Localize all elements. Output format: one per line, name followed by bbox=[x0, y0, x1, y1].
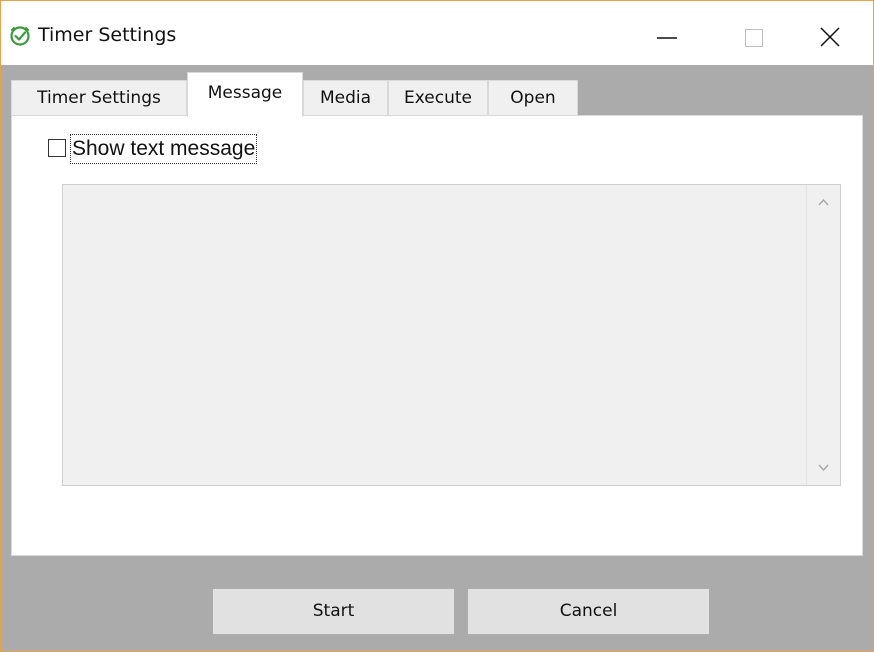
client-area: Timer Settings Message Media Execute Ope… bbox=[1, 65, 873, 651]
tab-open[interactable]: Open bbox=[488, 80, 578, 116]
title-bar[interactable]: Timer Settings bbox=[1, 1, 873, 65]
close-button[interactable] bbox=[807, 15, 853, 55]
message-tab-panel: Show text message bbox=[11, 115, 863, 556]
show-text-message-checkbox[interactable] bbox=[48, 139, 66, 157]
maximize-button[interactable] bbox=[731, 15, 777, 55]
tab-message[interactable]: Message bbox=[187, 72, 303, 117]
timer-settings-window: Timer Settings Timer Settings Message Me… bbox=[0, 0, 874, 652]
tab-timer-settings[interactable]: Timer Settings bbox=[11, 80, 187, 116]
cancel-button[interactable]: Cancel bbox=[467, 588, 710, 635]
scroll-down-button[interactable] bbox=[807, 451, 840, 485]
show-text-message-label[interactable]: Show text message bbox=[70, 134, 258, 164]
tab-execute[interactable]: Execute bbox=[388, 80, 488, 116]
minimize-icon bbox=[657, 37, 677, 39]
minimize-button[interactable] bbox=[645, 15, 691, 55]
check-circle-icon bbox=[10, 26, 30, 46]
tab-media[interactable]: Media bbox=[303, 80, 388, 116]
tab-strip: Timer Settings Message Media Execute Ope… bbox=[11, 72, 863, 117]
chevron-up-icon bbox=[818, 198, 829, 206]
maximize-icon bbox=[745, 29, 763, 47]
chevron-down-icon bbox=[818, 464, 829, 472]
scroll-up-button[interactable] bbox=[807, 185, 840, 219]
start-button[interactable]: Start bbox=[212, 588, 455, 635]
window-title: Timer Settings bbox=[38, 24, 177, 46]
message-text-area[interactable] bbox=[62, 184, 841, 486]
close-icon bbox=[820, 27, 840, 47]
vertical-scrollbar[interactable] bbox=[806, 185, 840, 485]
